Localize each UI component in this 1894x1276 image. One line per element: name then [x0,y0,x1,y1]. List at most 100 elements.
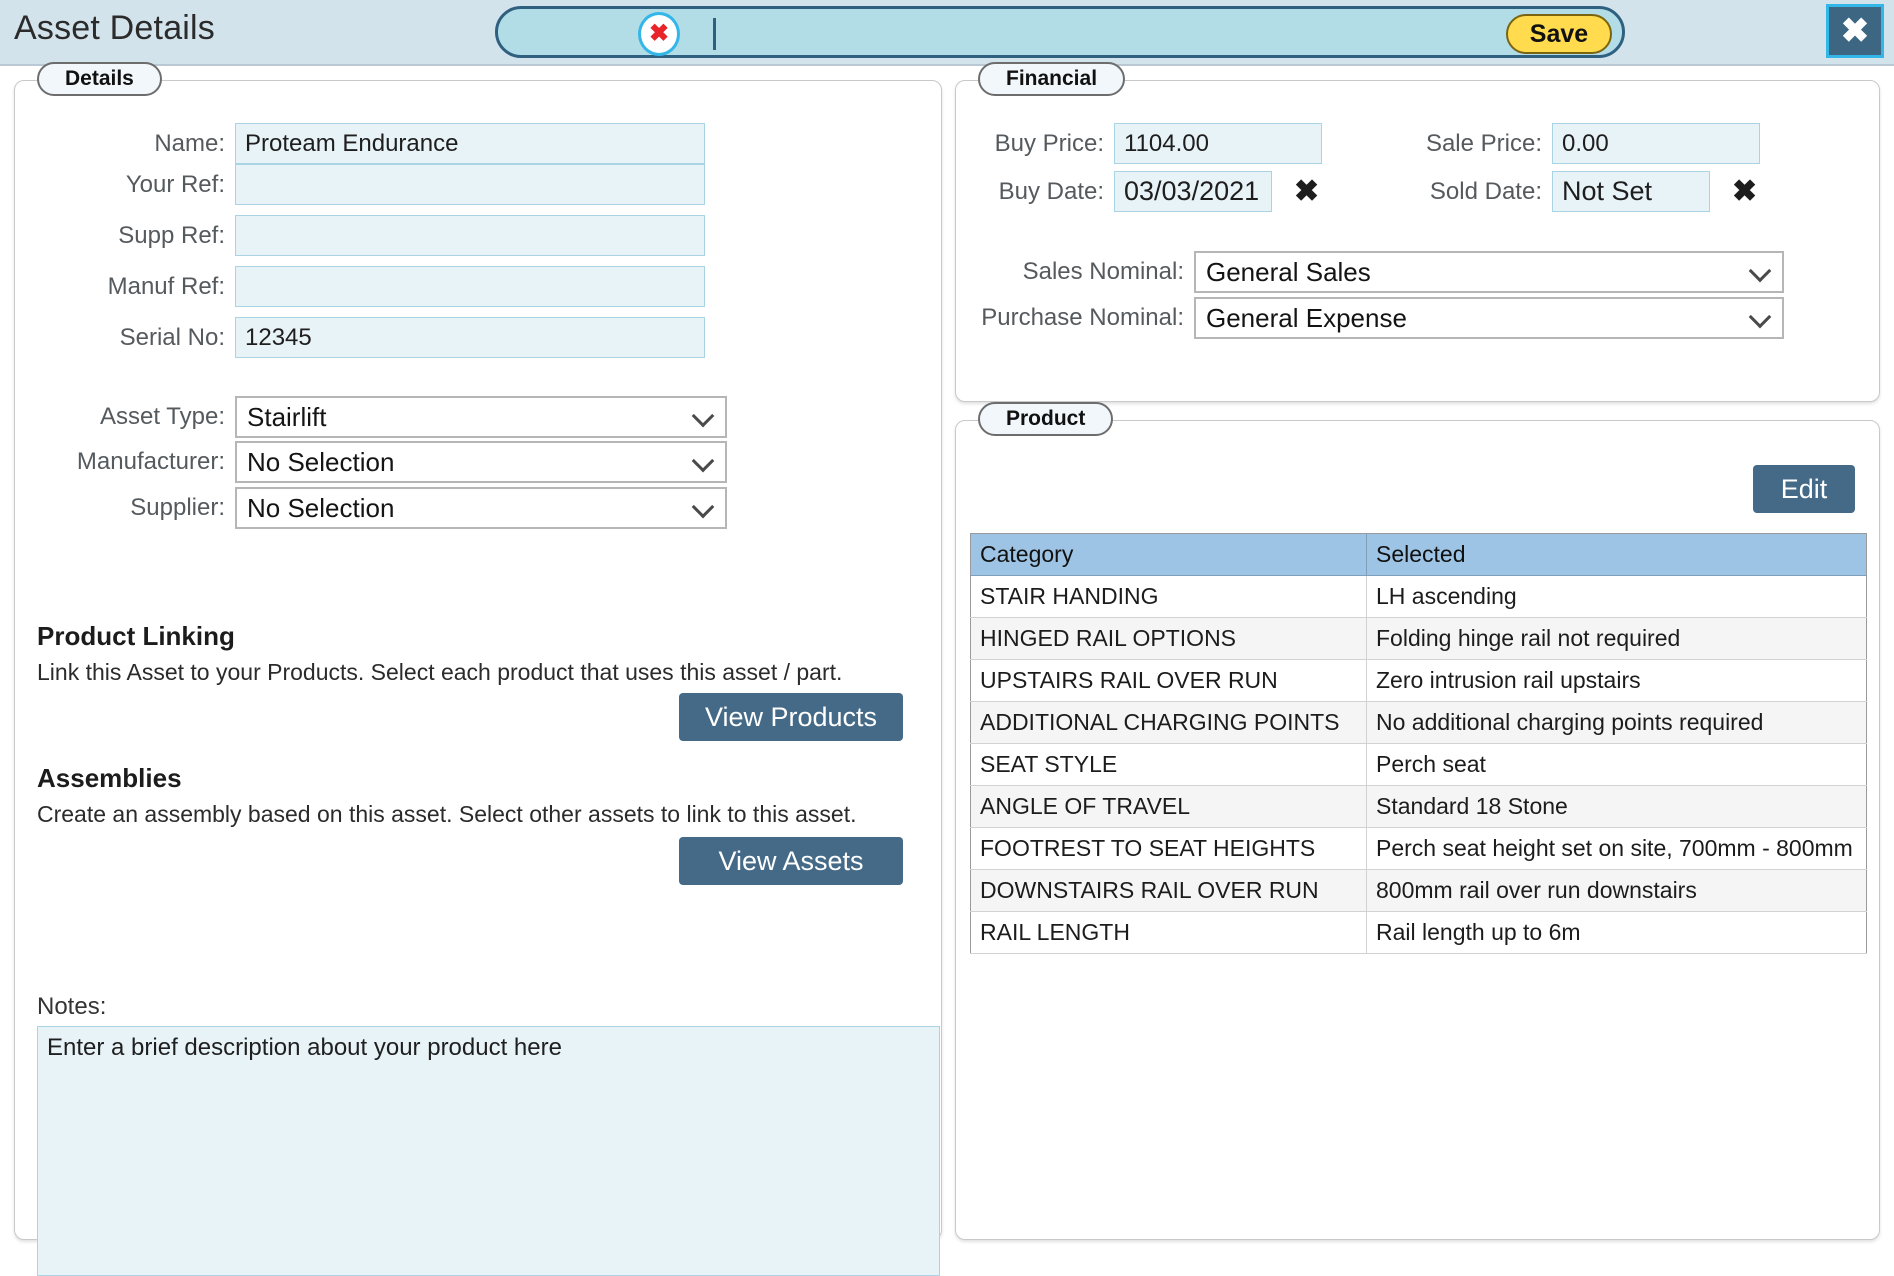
sold-date-input[interactable] [1552,171,1710,212]
asset-type-label: Asset Type: [100,403,225,430]
field-row-sale-price: Sale Price: [1404,123,1760,164]
chevron-down-icon [1752,309,1770,327]
details-panel: Details Name: Your Ref: Supp Ref: Manuf … [14,62,942,1276]
your-ref-input[interactable] [235,164,705,205]
cell-category: DOWNSTAIRS RAIL OVER RUN [970,869,1367,912]
purchase-nominal-label: Purchase Nominal: [981,304,1184,331]
chevron-down-icon [1752,263,1770,281]
sale-price-label: Sale Price: [1425,129,1542,157]
purchase-nominal-value: General Expense [1206,302,1407,333]
cell-selected: Rail length up to 6m [1366,911,1867,954]
field-row-supp-ref: Supp Ref: [35,215,715,256]
sales-nominal-value: General Sales [1206,256,1371,287]
supp-ref-input[interactable] [235,215,705,256]
table-row[interactable]: DOWNSTAIRS RAIL OVER RUN 800mm rail over … [970,869,1867,912]
cell-selected: No additional charging points required [1366,701,1867,744]
table-row[interactable]: ADDITIONAL CHARGING POINTS No additional … [970,701,1867,744]
supplier-value: No Selection [247,492,395,523]
notes-label: Notes: [37,993,107,1020]
product-panel: Product Edit Category Selected STAIR HAN… [955,402,1880,1240]
edit-button[interactable]: Edit [1753,465,1855,513]
sales-nominal-select[interactable]: General Sales [1194,251,1784,293]
assemblies-heading: Assemblies [37,763,182,793]
view-assets-button[interactable]: View Assets [679,837,903,885]
field-row-sold-date: Sold Date: ✖ [1404,171,1757,212]
field-row-buy-date: Buy Date: ✖ [966,171,1319,212]
financial-legend: Financial [978,62,1126,96]
table-row[interactable]: RAIL LENGTH Rail length up to 6m [970,911,1867,954]
cell-selected: Perch seat height set on site, 700mm - 8… [1366,827,1867,870]
field-row-manufacturer: Manufacturer: No Selection [35,441,735,483]
manuf-ref-input[interactable] [235,266,705,307]
product-options-table: Category Selected STAIR HANDING LH ascend… [970,533,1867,954]
product-linking-description: Link this Asset to your Products. Select… [37,659,843,685]
manuf-ref-label: Manuf Ref: [107,272,225,300]
buy-price-input[interactable] [1114,123,1322,164]
table-row[interactable]: STAIR HANDING LH ascending [970,575,1867,618]
field-row-serial-no: Serial No: [35,317,715,358]
clear-buy-date-icon[interactable]: ✖ [1294,176,1319,207]
cell-selected: 800mm rail over run downstairs [1366,869,1867,912]
cell-category: ADDITIONAL CHARGING POINTS [970,701,1367,744]
column-header-category: Category [970,533,1367,576]
cell-selected: Standard 18 Stone [1366,785,1867,828]
field-row-buy-price: Buy Price: [966,123,1322,164]
cell-category: STAIR HANDING [970,575,1367,618]
asset-type-select[interactable]: Stairlift [235,396,727,438]
field-row-name: Name: [35,123,715,164]
supplier-label: Supplier: [130,494,225,521]
manufacturer-value: No Selection [247,446,395,477]
cell-category: SEAT STYLE [970,743,1367,786]
product-linking-heading: Product Linking [37,621,235,651]
table-row[interactable]: HINGED RAIL OPTIONS Folding hinge rail no… [970,617,1867,660]
clear-sold-date-icon[interactable]: ✖ [1732,176,1757,207]
close-window-icon[interactable]: ✖ [1826,4,1884,58]
notes-textarea[interactable] [37,1026,940,1276]
chevron-down-icon [695,408,713,426]
table-row[interactable]: FOOTREST TO SEAT HEIGHTS Perch seat heigh… [970,827,1867,870]
field-row-manuf-ref: Manuf Ref: [35,266,715,307]
field-row-supplier: Supplier: No Selection [35,487,735,529]
table-row[interactable]: SEAT STYLE Perch seat [970,743,1867,786]
chevron-down-icon [695,499,713,517]
chevron-down-icon [695,453,713,471]
cell-selected: LH ascending [1366,575,1867,618]
cell-category: ANGLE OF TRAVEL [970,785,1367,828]
manufacturer-label: Manufacturer: [76,448,225,475]
view-products-button[interactable]: View Products [679,693,903,741]
financial-panel: Financial Buy Price: Buy Date: ✖ Sale Pr… [955,62,1880,402]
asset-type-value: Stairlift [247,401,327,432]
field-row-asset-type: Asset Type: Stairlift [35,396,735,438]
sale-price-input[interactable] [1552,123,1760,164]
buy-price-label: Buy Price: [994,129,1104,157]
serial-no-input[interactable] [235,317,705,358]
name-input[interactable] [235,123,705,164]
title-bar: Asset Details ✖ Save ✖ [0,0,1894,66]
cell-category: RAIL LENGTH [970,911,1367,954]
field-row-sales-nominal: Sales Nominal: General Sales [966,251,1826,293]
table-header-row: Category Selected [970,533,1867,576]
supp-ref-label: Supp Ref: [118,221,225,249]
details-legend: Details [37,62,162,96]
name-label: Name: [154,129,225,157]
cell-category: HINGED RAIL OPTIONS [970,617,1367,660]
clear-x-circle-icon[interactable]: ✖ [638,12,680,56]
toolbar-pill: ✖ Save [495,6,1625,58]
table-row[interactable]: UPSTAIRS RAIL OVER RUN Zero intrusion rai… [970,659,1867,702]
purchase-nominal-select[interactable]: General Expense [1194,297,1784,339]
sold-date-label: Sold Date: [1429,177,1542,205]
manufacturer-select[interactable]: No Selection [235,441,727,483]
buy-date-input[interactable] [1114,171,1272,212]
supplier-select[interactable]: No Selection [235,487,727,529]
field-row-your-ref: Your Ref: [35,164,715,205]
your-ref-label: Your Ref: [125,170,225,198]
assemblies-description: Create an assembly based on this asset. … [37,801,857,827]
field-row-purchase-nominal: Purchase Nominal: General Expense [966,297,1826,339]
buy-date-label: Buy Date: [998,177,1104,205]
sales-nominal-label: Sales Nominal: [1022,258,1184,285]
serial-no-label: Serial No: [119,323,225,351]
save-button[interactable]: Save [1506,14,1612,54]
column-header-selected: Selected [1366,533,1867,576]
table-row[interactable]: ANGLE OF TRAVEL Standard 18 Stone [970,785,1867,828]
cell-selected: Folding hinge rail not required [1366,617,1867,660]
